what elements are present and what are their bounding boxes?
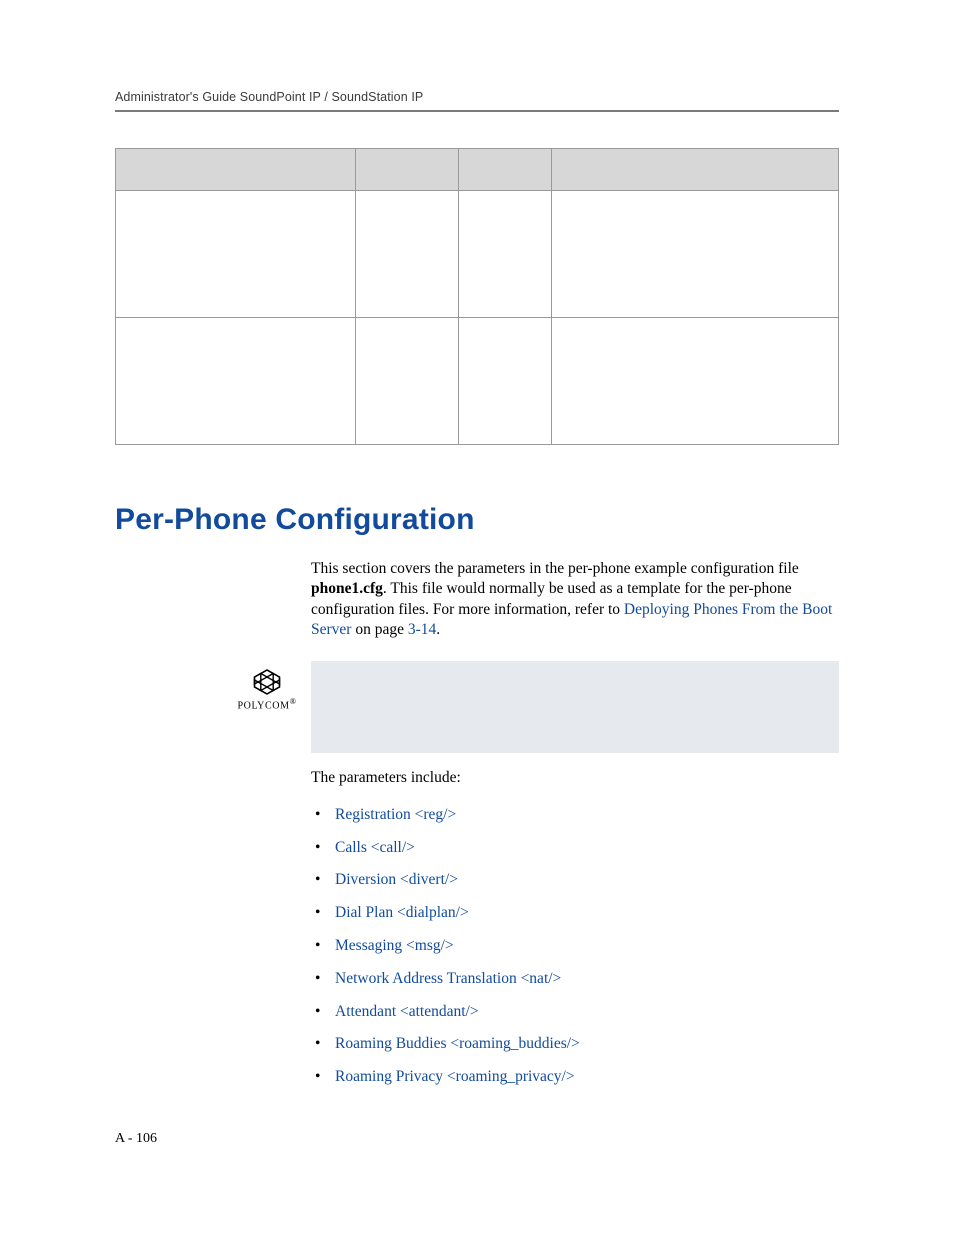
cell bbox=[116, 191, 356, 318]
header-rule bbox=[115, 110, 839, 112]
param-link-roaming-buddies[interactable]: Roaming Buddies <roaming_buddies/> bbox=[335, 1035, 580, 1052]
table-header-row bbox=[116, 149, 839, 191]
intro-after-link: on page bbox=[351, 621, 407, 638]
param-link-calls[interactable]: Calls <call/> bbox=[335, 839, 415, 856]
polycom-logo-label: POLYCOM® bbox=[237, 697, 296, 711]
params-block: The parameters include: Registration <re… bbox=[311, 769, 839, 1090]
intro-paragraph: This section covers the parameters in th… bbox=[311, 559, 839, 641]
cell bbox=[356, 191, 459, 318]
page: Administrator's Guide SoundPoint IP / So… bbox=[0, 0, 954, 1235]
cell bbox=[458, 318, 551, 445]
list-item: Roaming Privacy <roaming_privacy/> bbox=[335, 1065, 839, 1090]
intro-filename: phone1.cfg bbox=[311, 580, 383, 597]
callout-box bbox=[311, 661, 839, 753]
page-number: A - 106 bbox=[115, 1131, 157, 1147]
param-link-diversion[interactable]: Diversion <divert/> bbox=[335, 871, 458, 888]
param-link-nat[interactable]: Network Address Translation <nat/> bbox=[335, 970, 561, 987]
list-item: Calls <call/> bbox=[335, 836, 839, 861]
cell bbox=[551, 191, 838, 318]
params-list: Registration <reg/> Calls <call/> Divers… bbox=[311, 803, 839, 1090]
param-link-registration[interactable]: Registration <reg/> bbox=[335, 806, 456, 823]
intro-pageref[interactable]: 3-14 bbox=[408, 621, 436, 638]
list-item: Network Address Translation <nat/> bbox=[335, 967, 839, 992]
intro-block: This section covers the parameters in th… bbox=[311, 559, 839, 641]
running-header: Administrator's Guide SoundPoint IP / So… bbox=[115, 90, 839, 104]
list-item: Dial Plan <dialplan/> bbox=[335, 901, 839, 926]
list-item: Attendant <attendant/> bbox=[335, 1000, 839, 1025]
list-item: Roaming Buddies <roaming_buddies/> bbox=[335, 1032, 839, 1057]
intro-pre: This section covers the parameters in th… bbox=[311, 560, 799, 577]
th-permitted bbox=[356, 149, 459, 191]
th-default bbox=[458, 149, 551, 191]
table-row bbox=[116, 318, 839, 445]
param-link-attendant[interactable]: Attendant <attendant/> bbox=[335, 1003, 479, 1020]
list-item: Diversion <divert/> bbox=[335, 868, 839, 893]
callout-row: POLYCOM® bbox=[115, 661, 839, 753]
polycom-logo-block: POLYCOM® bbox=[115, 661, 311, 711]
cell bbox=[116, 318, 356, 445]
parameter-table bbox=[115, 148, 839, 445]
cell bbox=[551, 318, 838, 445]
th-interpretation bbox=[551, 149, 838, 191]
section-heading: Per-Phone Configuration bbox=[115, 503, 839, 537]
list-item: Messaging <msg/> bbox=[335, 934, 839, 959]
table-row bbox=[116, 191, 839, 318]
param-link-messaging[interactable]: Messaging <msg/> bbox=[335, 937, 454, 954]
polycom-logo-icon bbox=[252, 669, 282, 695]
param-link-dialplan[interactable]: Dial Plan <dialplan/> bbox=[335, 904, 469, 921]
cell bbox=[356, 318, 459, 445]
params-lead: The parameters include: bbox=[311, 769, 839, 787]
param-link-roaming-privacy[interactable]: Roaming Privacy <roaming_privacy/> bbox=[335, 1068, 575, 1085]
th-attribute bbox=[116, 149, 356, 191]
list-item: Registration <reg/> bbox=[335, 803, 839, 828]
cell bbox=[458, 191, 551, 318]
intro-end: . bbox=[436, 621, 440, 638]
